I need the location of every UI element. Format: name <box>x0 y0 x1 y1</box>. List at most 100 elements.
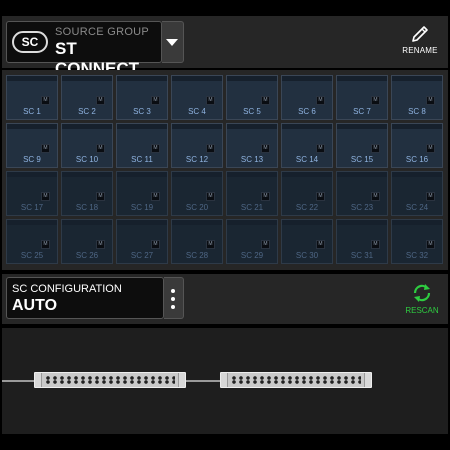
channel-cell[interactable]: M SC 22 <box>281 171 333 216</box>
channel-cell[interactable]: M SC 20 <box>171 171 223 216</box>
channel-marker-icon: M <box>151 96 160 105</box>
chevron-down-icon <box>166 39 178 46</box>
rename-button[interactable]: RENAME <box>396 20 444 64</box>
channel-label: SC 28 <box>185 251 209 260</box>
channel-cell[interactable]: M SC 31 <box>336 219 388 264</box>
channel-label: SC 6 <box>298 107 316 116</box>
channel-marker-icon: M <box>261 240 270 249</box>
channel-cell[interactable]: M SC 11 <box>116 123 168 168</box>
channel-marker-icon: M <box>151 144 160 153</box>
channel-label: SC 11 <box>131 155 153 164</box>
channel-label: SC 21 <box>240 203 264 212</box>
channel-cell[interactable]: M SC 15 <box>336 123 388 168</box>
channel-label: SC 29 <box>240 251 264 260</box>
channel-cell[interactable]: M SC 1 <box>6 75 58 120</box>
channel-marker-icon: M <box>261 96 270 105</box>
channel-cell[interactable]: M SC 13 <box>226 123 278 168</box>
channel-label: SC 13 <box>240 155 264 164</box>
channel-cell[interactable]: M SC 4 <box>171 75 223 120</box>
channel-label: SC 22 <box>295 203 319 212</box>
source-group-label: SOURCE GROUP <box>55 26 150 38</box>
channel-cell[interactable]: M SC 27 <box>116 219 168 264</box>
channel-cell[interactable]: M SC 7 <box>336 75 388 120</box>
source-group-selector[interactable]: SC SOURCE GROUP ST CONNECT <box>6 21 162 78</box>
channel-cell[interactable]: M SC 8 <box>391 75 443 120</box>
xlr-ports <box>45 375 175 385</box>
channel-marker-icon: M <box>41 144 50 153</box>
channel-label: SC 18 <box>75 203 99 212</box>
channel-label: SC 7 <box>353 107 371 116</box>
channel-label: SC 10 <box>75 155 99 164</box>
channel-cell[interactable]: M SC 23 <box>336 171 388 216</box>
channel-cell[interactable]: M SC 6 <box>281 75 333 120</box>
channel-label: SC 27 <box>130 251 154 260</box>
channel-label: SC 2 <box>78 107 96 116</box>
sc-logo-icon: SC <box>12 31 48 53</box>
channel-cell[interactable]: M SC 2 <box>61 75 113 120</box>
cable-left <box>2 380 36 382</box>
channel-cell[interactable]: M SC 16 <box>391 123 443 168</box>
channel-cell[interactable]: M SC 18 <box>61 171 113 216</box>
channel-cell[interactable]: M SC 21 <box>226 171 278 216</box>
channel-cell[interactable]: M SC 25 <box>6 219 58 264</box>
channel-cell[interactable]: M SC 10 <box>61 123 113 168</box>
channel-marker-icon: M <box>41 240 50 249</box>
stagebox-device-1[interactable] <box>34 372 186 388</box>
channel-label: SC 9 <box>23 155 41 164</box>
channel-marker-icon: M <box>151 240 160 249</box>
channel-label: SC 31 <box>350 251 374 260</box>
rescan-label: RESCAN <box>405 306 439 315</box>
channel-marker-icon: M <box>206 192 215 201</box>
more-options-button[interactable] <box>164 277 184 319</box>
sc-configuration-selector[interactable]: SC CONFIGURATION AUTO <box>6 277 164 319</box>
channel-cell[interactable]: M SC 29 <box>226 219 278 264</box>
rack-ear-icon <box>178 373 185 387</box>
channel-label: SC 32 <box>405 251 429 260</box>
channel-cell[interactable]: M SC 30 <box>281 219 333 264</box>
kebab-dot-icon <box>171 297 175 301</box>
sc-configuration-bar: SC CONFIGURATION AUTO RESCAN <box>2 274 448 324</box>
channel-label: SC 20 <box>185 203 209 212</box>
stagebox-device-2[interactable] <box>220 372 372 388</box>
channel-cell[interactable]: M SC 26 <box>61 219 113 264</box>
channel-label: SC 19 <box>130 203 154 212</box>
channel-marker-icon: M <box>261 192 270 201</box>
channel-grid-panel: M SC 1 M SC 2 M SC 3 M SC 4 M SC 5 M SC 6 M SC 7 M SC 8… <box>2 70 448 270</box>
rack-ear-icon <box>35 373 42 387</box>
channel-cell[interactable]: M SC 9 <box>6 123 58 168</box>
channel-label: SC 5 <box>243 107 261 116</box>
channel-marker-icon: M <box>316 144 325 153</box>
channel-marker-icon: M <box>371 144 380 153</box>
channel-cell[interactable]: M SC 14 <box>281 123 333 168</box>
source-group-dropdown-button[interactable] <box>162 21 184 63</box>
channel-cell[interactable]: M SC 17 <box>6 171 58 216</box>
channel-cell[interactable]: M SC 24 <box>391 171 443 216</box>
channel-marker-icon: M <box>41 96 50 105</box>
channel-marker-icon: M <box>96 240 105 249</box>
channel-cell[interactable]: M SC 5 <box>226 75 278 120</box>
channel-label: SC 3 <box>133 107 151 116</box>
channel-marker-icon: M <box>316 192 325 201</box>
cable-middle <box>186 380 222 382</box>
rack-ear-icon <box>221 373 228 387</box>
channel-marker-icon: M <box>96 192 105 201</box>
channel-cell[interactable]: M SC 19 <box>116 171 168 216</box>
channel-label: SC 25 <box>20 251 44 260</box>
channel-cell[interactable]: M SC 28 <box>171 219 223 264</box>
channel-marker-icon: M <box>426 240 435 249</box>
channel-label: SC 30 <box>295 251 319 260</box>
sc-configuration-value: AUTO <box>12 297 58 314</box>
rescan-button[interactable]: RESCAN <box>402 280 442 320</box>
kebab-dot-icon <box>171 305 175 309</box>
channel-cell[interactable]: M SC 12 <box>171 123 223 168</box>
channel-marker-icon: M <box>206 96 215 105</box>
channel-marker-icon: M <box>206 144 215 153</box>
channel-cell[interactable]: M SC 3 <box>116 75 168 120</box>
channel-cell[interactable]: M SC 32 <box>391 219 443 264</box>
channel-marker-icon: M <box>426 192 435 201</box>
channel-marker-icon: M <box>206 240 215 249</box>
channel-label: SC 8 <box>408 107 426 116</box>
pencil-icon <box>412 26 428 42</box>
channel-label: SC 1 <box>23 107 41 116</box>
channel-marker-icon: M <box>426 144 435 153</box>
